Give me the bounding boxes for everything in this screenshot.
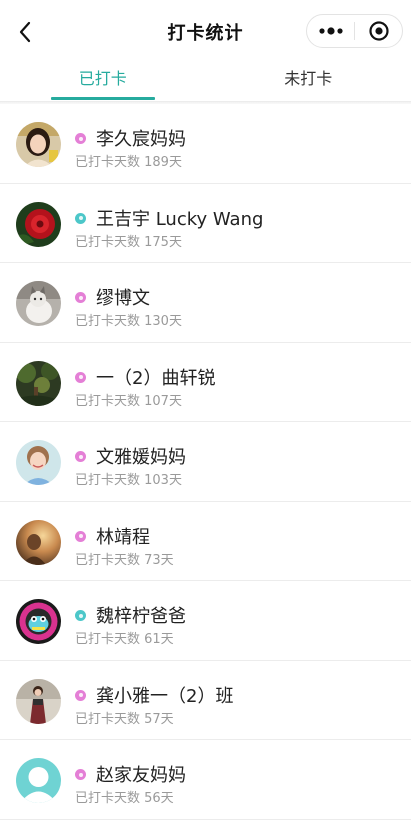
status-dot	[75, 212, 86, 224]
default-user-avatar	[16, 758, 61, 803]
member-name: 李久宸妈妈	[96, 129, 186, 150]
member-name: 王吉宇 Lucky Wang	[96, 208, 264, 230]
list-item[interactable]: 李久宸妈妈 已打卡天数 189天	[0, 104, 411, 184]
checkin-days: 已打卡天数 73天	[75, 552, 174, 568]
status-dot	[75, 610, 86, 621]
nav-bar: 打卡统计	[0, 0, 411, 62]
list-item[interactable]: 一（2）曲轩锐 已打卡天数 107天	[0, 342, 411, 422]
girl-photo-avatar	[16, 122, 61, 167]
member-name: 赵家友妈妈	[96, 765, 186, 786]
avatar	[16, 678, 61, 724]
avatar	[16, 519, 61, 565]
avatar	[16, 122, 61, 167]
child-photo-avatar	[16, 440, 61, 485]
sunset-photo-avatar	[16, 519, 61, 565]
status-dot	[75, 133, 86, 144]
red-flower-photo-avatar	[16, 201, 61, 247]
list-item[interactable]: 龚小雅一（2）班 已打卡天数 57天	[0, 660, 411, 740]
status-dot	[75, 689, 86, 701]
list-item[interactable]: 文雅媛妈妈 已打卡天数 103天	[0, 422, 411, 502]
tab-bar: 已打卡 未打卡	[0, 62, 411, 102]
member-name: 缪博文	[96, 288, 150, 309]
list-item[interactable]: 王吉宇 Lucky Wang 已打卡天数 175天	[0, 183, 411, 263]
tab-checked-in[interactable]: 已打卡	[0, 62, 206, 101]
cat-photo-avatar	[16, 281, 61, 326]
target-close-icon	[368, 21, 389, 41]
status-dot	[75, 292, 86, 303]
list-item[interactable]: 赵家友妈妈 已打卡天数 56天	[0, 740, 411, 820]
status-dot	[75, 451, 86, 462]
avatar	[16, 201, 61, 247]
checkin-days: 已打卡天数 61天	[75, 632, 174, 647]
checkin-stats-page: 打卡统计 已打卡 未打卡 李久宸妈妈 已打卡天数 189天 王吉宇 Lucky …	[0, 0, 411, 825]
more-button[interactable]	[307, 15, 354, 47]
checkin-days: 已打卡天数 189天	[75, 155, 182, 170]
status-dot	[75, 371, 86, 383]
checkin-days: 已打卡天数 130天	[75, 314, 182, 329]
checkin-days: 已打卡天数 56天	[75, 791, 174, 806]
member-name: 文雅媛妈妈	[96, 447, 186, 468]
list-item[interactable]: 魏梓柠爸爸 已打卡天数 61天	[0, 581, 411, 661]
member-name: 魏梓柠爸爸	[96, 606, 186, 627]
miniprogram-capsule	[306, 14, 403, 48]
more-dots-icon	[318, 27, 343, 35]
list-item[interactable]: 林靖程 已打卡天数 73天	[0, 501, 411, 581]
avatar	[16, 440, 61, 485]
checkin-days: 已打卡天数 175天	[75, 234, 182, 250]
avatar	[16, 599, 61, 644]
close-button[interactable]	[355, 15, 402, 47]
member-name: 一（2）曲轩锐	[96, 367, 216, 389]
list-item[interactable]: 缪博文 已打卡天数 130天	[0, 263, 411, 343]
forest-photo-avatar	[16, 360, 61, 406]
cartoon-photo-avatar	[16, 599, 61, 644]
tab-not-checked-in[interactable]: 未打卡	[206, 62, 411, 101]
checkin-days: 已打卡天数 57天	[75, 711, 174, 727]
avatar	[16, 758, 61, 803]
member-name: 龚小雅一（2）班	[96, 685, 234, 707]
avatar	[16, 281, 61, 326]
member-name: 林靖程	[96, 526, 150, 548]
status-dot	[75, 530, 86, 542]
checkin-days: 已打卡天数 107天	[75, 393, 182, 409]
status-dot	[75, 769, 86, 780]
member-list: 李久宸妈妈 已打卡天数 189天 王吉宇 Lucky Wang 已打卡天数 17…	[0, 104, 411, 820]
girl-standing-photo-avatar	[16, 678, 61, 724]
avatar	[16, 360, 61, 406]
checkin-days: 已打卡天数 103天	[75, 473, 182, 488]
